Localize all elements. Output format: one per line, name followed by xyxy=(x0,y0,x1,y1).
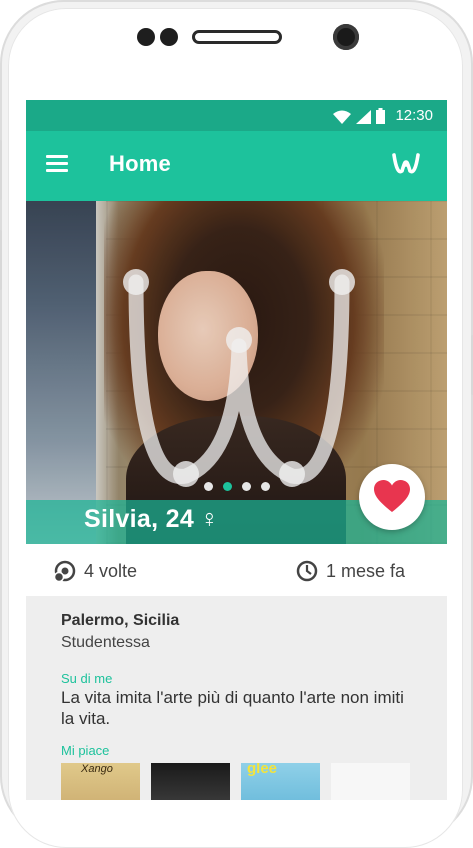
front-camera xyxy=(333,24,359,50)
w-watermark-icon xyxy=(123,269,355,487)
app-bar: Home xyxy=(26,131,447,201)
pager-dot[interactable] xyxy=(204,482,213,491)
light-sensor xyxy=(160,28,178,46)
like-thumbnail[interactable] xyxy=(331,763,410,800)
battery-icon xyxy=(376,108,385,124)
location: Palermo, Sicilia xyxy=(61,612,180,629)
profile-info: Palermo, Sicilia Studentessa Su di me La… xyxy=(26,596,447,800)
wifi-icon xyxy=(333,110,351,124)
earpiece-speaker xyxy=(192,30,282,44)
crossed-paths-icon xyxy=(54,560,76,582)
encounters-stat: 4 volte xyxy=(54,560,137,582)
profile-stats: 4 volte 1 mese fa xyxy=(26,544,447,597)
gender-icon: ♀ xyxy=(200,505,220,533)
likes-list: Xango glee xyxy=(61,763,410,800)
like-thumbnail[interactable] xyxy=(151,763,230,800)
page-title: Home xyxy=(109,151,171,176)
pager-dot-active[interactable] xyxy=(223,482,232,491)
pager-dot[interactable] xyxy=(261,482,270,491)
about-text: La vita imita l'arte più di quanto l'art… xyxy=(61,688,404,728)
volume-button xyxy=(0,140,2,200)
about-label: Su di me xyxy=(61,671,113,686)
power-button xyxy=(0,230,2,290)
heart-icon xyxy=(374,480,410,512)
like-caption: glee xyxy=(247,763,278,777)
menu-icon[interactable] xyxy=(46,155,68,173)
profile-name: Silvia, 24 ♀ xyxy=(84,505,219,534)
last-seen-text: 1 mese fa xyxy=(326,560,406,581)
status-icons xyxy=(333,108,385,124)
like-button[interactable] xyxy=(359,464,425,530)
signal-icon xyxy=(356,110,371,124)
status-time: 12:30 xyxy=(395,107,433,124)
like-thumbnail[interactable]: Xango xyxy=(61,763,140,800)
likes-label: Mi piace xyxy=(61,743,110,758)
phone-frame: 12:30 Home Silvia, 24 ♀ 4 volte 1 mese f… xyxy=(0,0,473,848)
photo-pager xyxy=(204,482,270,491)
like-thumbnail[interactable]: glee xyxy=(241,763,320,800)
app-screen: 12:30 Home Silvia, 24 ♀ 4 volte 1 mese f… xyxy=(26,100,447,800)
like-caption: Xango xyxy=(81,763,113,775)
profile-name-age: Silvia, 24 xyxy=(84,505,195,533)
occupation: Studentessa xyxy=(61,634,150,651)
status-bar: 12:30 xyxy=(26,100,447,131)
pager-dot[interactable] xyxy=(242,482,251,491)
encounters-text: 4 volte xyxy=(84,560,138,581)
last-seen-stat: 1 mese fa xyxy=(296,560,405,582)
w-logo-icon[interactable] xyxy=(391,151,421,177)
proximity-sensor xyxy=(137,28,155,46)
clock-icon xyxy=(296,560,318,582)
